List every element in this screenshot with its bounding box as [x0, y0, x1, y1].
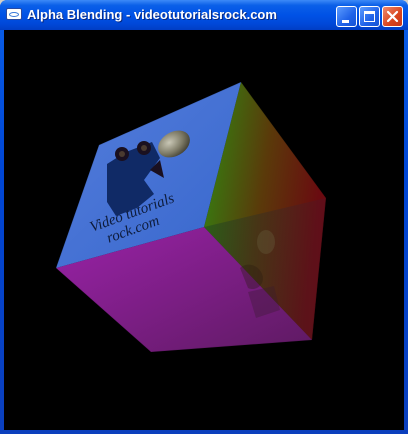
minimize-button[interactable]	[336, 6, 357, 27]
window-title: Alpha Blending - videotutorialsrock.com	[27, 7, 277, 22]
minimize-icon	[342, 20, 349, 23]
title-bar[interactable]: Alpha Blending - videotutorialsrock.com	[0, 0, 408, 30]
app-window: Alpha Blending - videotutorialsrock.com	[0, 0, 408, 434]
window-icon[interactable]	[6, 8, 22, 20]
close-button[interactable]	[382, 6, 403, 27]
maximize-icon	[364, 11, 375, 22]
maximize-button[interactable]	[359, 6, 380, 27]
opengl-canvas[interactable]: Video tutorials rock.com	[4, 30, 404, 430]
cube-scene: Video tutorials rock.com	[55, 81, 327, 353]
close-icon	[386, 10, 399, 23]
